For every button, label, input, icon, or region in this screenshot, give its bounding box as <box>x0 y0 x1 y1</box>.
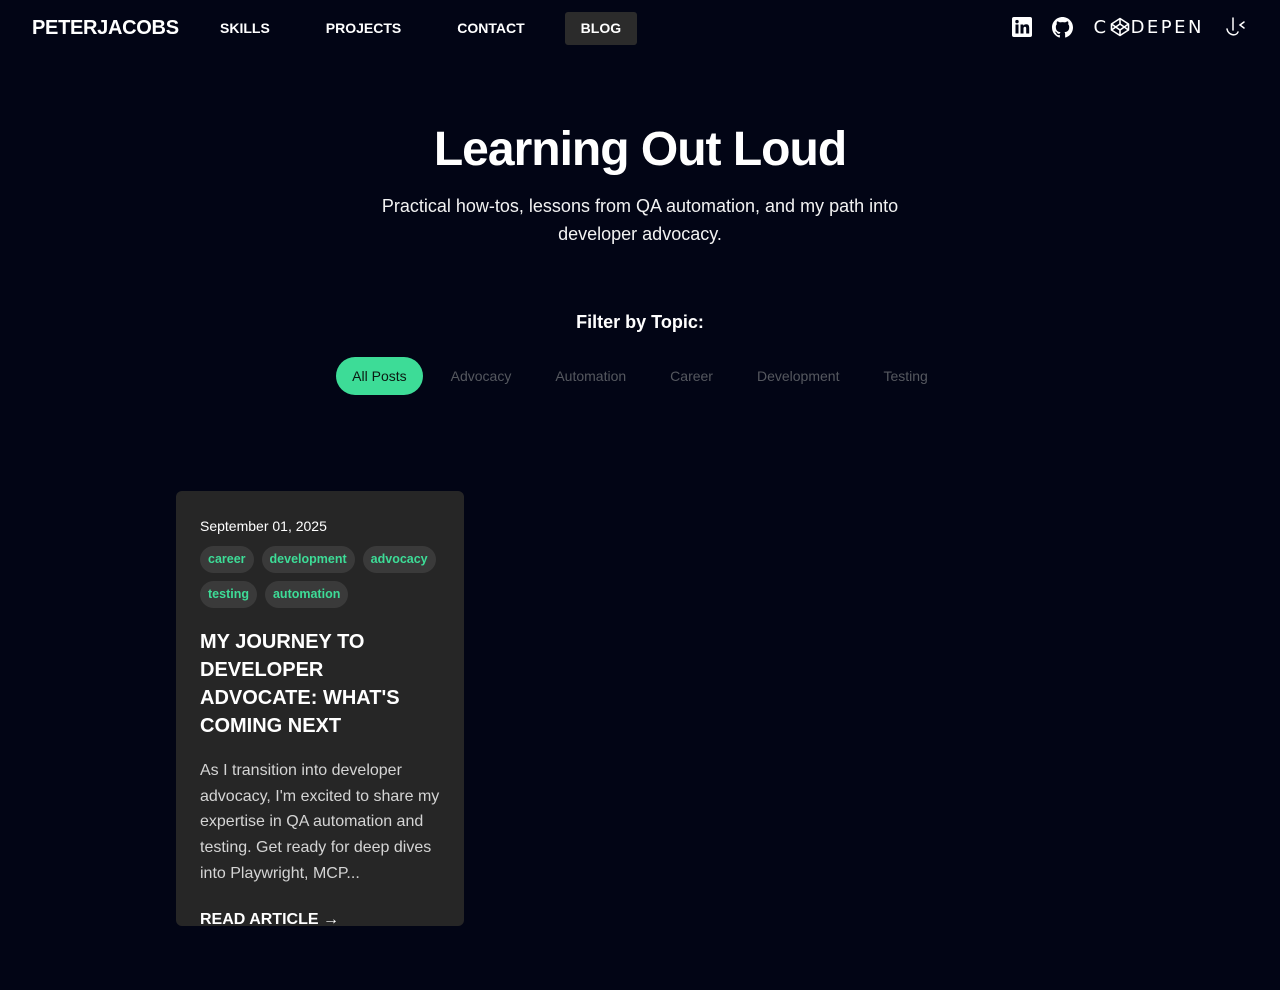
codepen-letters: DEPEN <box>1130 16 1204 38</box>
blog-page: PETERJACOBS SKILLS PROJECTS CONTACT BLOG <box>0 0 1280 990</box>
post-excerpt: As I transition into developer advocacy,… <box>200 762 440 882</box>
nav-link-blog[interactable]: BLOG <box>564 12 638 45</box>
codepen-letter-c: C <box>1093 16 1109 38</box>
tag-career[interactable]: career <box>200 546 254 573</box>
filter-advocacy[interactable]: Advocacy <box>435 357 528 395</box>
filter-heading: Filter by Topic: <box>576 312 704 332</box>
post-tags: career development advocacy testing auto… <box>200 546 450 616</box>
hero: Learning Out Loud Practical how-tos, les… <box>0 122 1280 248</box>
tag-development[interactable]: development <box>261 546 355 573</box>
post-title[interactable]: My Journey to Developer Advocate: What's… <box>200 628 440 740</box>
nav-link-skills[interactable]: SKILLS <box>204 12 286 45</box>
nav-link-projects[interactable]: PROJECTS <box>310 12 417 45</box>
post-card: September 01, 2025 career development ad… <box>176 491 464 929</box>
filter-all-posts[interactable]: All Posts <box>336 357 423 395</box>
post-date: September 01, 2025 <box>200 518 327 534</box>
codepen-cube-icon <box>1110 17 1129 37</box>
page-title: Learning Out Loud <box>433 123 847 176</box>
tag-advocacy[interactable]: advocacy <box>362 546 436 573</box>
brand-logo[interactable]: PETERJACOBS <box>32 17 179 40</box>
linkedin-icon[interactable] <box>1012 17 1033 37</box>
github-icon[interactable] <box>1052 16 1074 38</box>
nav-link-contact[interactable]: CONTACT <box>441 12 540 45</box>
tag-testing[interactable]: testing <box>200 581 257 608</box>
top-nav: PETERJACOBS SKILLS PROJECTS CONTACT BLOG <box>0 0 1280 56</box>
codepen-icon[interactable]: C DEPEN <box>1093 17 1204 38</box>
ko-fi-icon[interactable] <box>1224 16 1248 38</box>
topic-filter: All Posts Advocacy Automation Career Dev… <box>0 357 1280 395</box>
page-subtitle: Practical how-tos, lessons from QA autom… <box>381 196 899 244</box>
filter-development[interactable]: Development <box>741 357 856 395</box>
main-menu: SKILLS PROJECTS CONTACT BLOG <box>204 12 661 45</box>
read-article-link[interactable]: READ ARTICLE → <box>200 911 440 929</box>
tag-automation[interactable]: automation <box>264 581 349 608</box>
filter-testing[interactable]: Testing <box>867 357 943 395</box>
social-links: C DEPEN <box>992 14 1248 40</box>
filter-career[interactable]: Career <box>654 357 729 395</box>
filter-automation[interactable]: Automation <box>539 357 642 395</box>
